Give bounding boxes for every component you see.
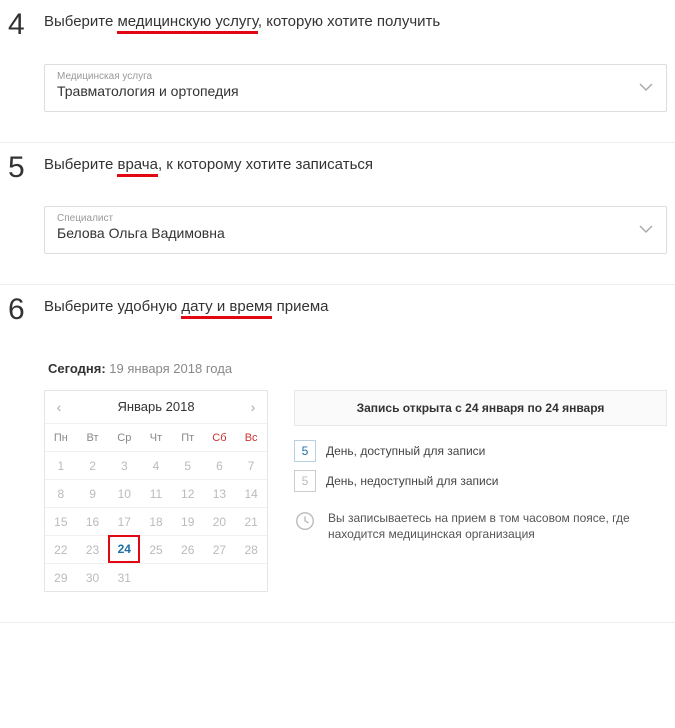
calendar-day[interactable]: 16 [77, 507, 109, 535]
calendar-day[interactable]: 21 [235, 507, 267, 535]
legend-available: 5 День, доступный для записи [294, 440, 667, 462]
calendar-day[interactable]: 24 [108, 535, 140, 563]
calendar-day[interactable]: 4 [140, 451, 172, 479]
legend-box-unavailable: 5 [294, 470, 316, 492]
calendar-day[interactable]: 15 [45, 507, 77, 535]
calendar-grid: ПнВтСрЧтПтСбВс12345678910111213141516171… [45, 423, 267, 591]
calendar-dow: Пн [45, 423, 77, 451]
chevron-down-icon [638, 221, 654, 239]
clock-icon [294, 510, 316, 537]
calendar-day[interactable]: 11 [140, 479, 172, 507]
calendar-day[interactable]: 3 [108, 451, 140, 479]
step-6: 6 Выберите удобную дату и время приема С… [0, 285, 675, 623]
title-emphasis: медицинскую услугу [117, 13, 257, 34]
calendar-day[interactable]: 28 [235, 535, 267, 563]
step-number: 5 [8, 153, 30, 183]
select-label: Специалист [57, 213, 654, 224]
today-line: Сегодня: 19 января 2018 года [48, 361, 667, 376]
calendar-month: Январь 2018 [87, 399, 225, 414]
legend-unavailable: 5 День, недоступный для записи [294, 470, 667, 492]
step-number: 6 [8, 295, 30, 325]
calendar-day[interactable]: 10 [108, 479, 140, 507]
calendar-day[interactable]: 26 [172, 535, 204, 563]
calendar-day[interactable]: 27 [204, 535, 236, 563]
calendar-day[interactable]: 19 [172, 507, 204, 535]
calendar-day[interactable]: 2 [77, 451, 109, 479]
calendar-day[interactable]: 25 [140, 535, 172, 563]
title-emphasis: дату и время [181, 298, 272, 319]
calendar-day[interactable]: 17 [108, 507, 140, 535]
step-title: Выберите врача, к которому хотите записа… [44, 153, 667, 179]
calendar-prev-button[interactable]: ‹ [49, 399, 69, 415]
calendar-day[interactable]: 14 [235, 479, 267, 507]
calendar-day[interactable]: 30 [77, 563, 109, 591]
step-title: Выберите удобную дату и время приема [44, 295, 667, 321]
availability-banner: Запись открыта с 24 января по 24 января [294, 390, 667, 426]
doctor-select[interactable]: Специалист Белова Ольга Вадимовна [44, 206, 667, 254]
timezone-text: Вы записываетесь на прием в том часовом … [328, 510, 667, 544]
calendar: ‹ Январь 2018 › ПнВтСрЧтПтСбВс1234567891… [44, 390, 268, 592]
calendar-dow: Пт [172, 423, 204, 451]
select-value: Белова Ольга Вадимовна [57, 225, 225, 241]
step-title: Выберите медицинскую услугу, которую хот… [44, 10, 667, 36]
calendar-dow: Чт [140, 423, 172, 451]
calendar-day[interactable]: 1 [45, 451, 77, 479]
medical-service-select[interactable]: Медицинская услуга Травматология и ортоп… [44, 64, 667, 112]
step-5: 5 Выберите врача, к которому хотите запи… [0, 143, 675, 286]
calendar-day[interactable]: 13 [204, 479, 236, 507]
chevron-down-icon [638, 79, 654, 97]
title-emphasis: врача [117, 156, 157, 177]
calendar-day[interactable]: 20 [204, 507, 236, 535]
calendar-day [172, 563, 204, 591]
calendar-day[interactable]: 8 [45, 479, 77, 507]
legend-available-text: День, доступный для записи [326, 444, 485, 458]
calendar-day [235, 563, 267, 591]
select-label: Медицинская услуга [57, 71, 654, 82]
calendar-day[interactable]: 12 [172, 479, 204, 507]
legend-box-available: 5 [294, 440, 316, 462]
today-label: Сегодня: [48, 361, 106, 376]
timezone-note: Вы записываетесь на прием в том часовом … [294, 510, 667, 544]
calendar-dow: Вт [77, 423, 109, 451]
legend-unavailable-text: День, недоступный для записи [326, 474, 498, 488]
calendar-day[interactable]: 31 [108, 563, 140, 591]
calendar-day [140, 563, 172, 591]
calendar-dow: Сб [204, 423, 236, 451]
calendar-day[interactable]: 9 [77, 479, 109, 507]
calendar-dow: Вс [235, 423, 267, 451]
calendar-day[interactable]: 6 [204, 451, 236, 479]
calendar-day[interactable]: 29 [45, 563, 77, 591]
calendar-day [204, 563, 236, 591]
today-value: 19 января 2018 года [109, 361, 232, 376]
calendar-day[interactable]: 7 [235, 451, 267, 479]
calendar-next-button[interactable]: › [243, 399, 263, 415]
step-4: 4 Выберите медицинскую услугу, которую х… [0, 0, 675, 143]
calendar-dow: Ср [108, 423, 140, 451]
calendar-day[interactable]: 5 [172, 451, 204, 479]
calendar-day[interactable]: 22 [45, 535, 77, 563]
calendar-day[interactable]: 18 [140, 507, 172, 535]
info-column: Запись открыта с 24 января по 24 января … [294, 390, 667, 544]
step-number: 4 [8, 10, 30, 40]
calendar-day[interactable]: 23 [77, 535, 109, 563]
select-value: Травматология и ортопедия [57, 83, 239, 99]
